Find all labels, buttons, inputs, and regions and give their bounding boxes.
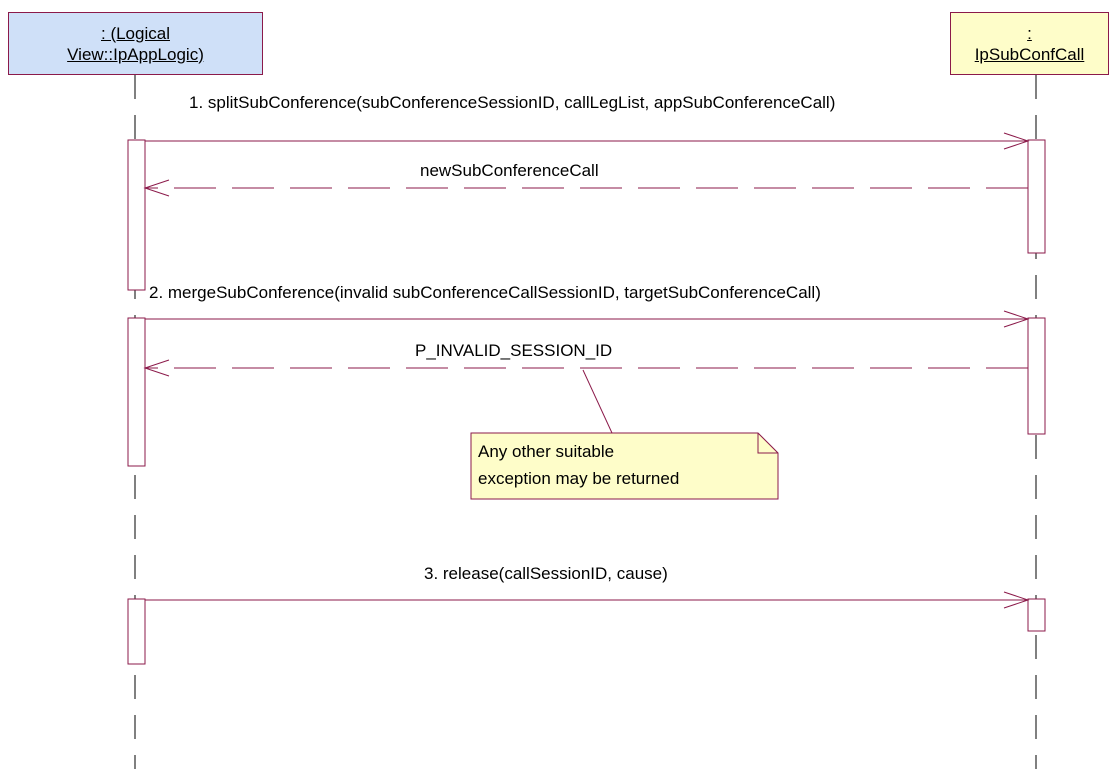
note-text-line1: Any other suitable [478, 442, 615, 461]
sequence-diagram [127, 75, 1046, 769]
activation-left-3 [127, 598, 146, 665]
activation-right-3 [1027, 598, 1046, 632]
note-connector [582, 369, 613, 434]
activation-right-2 [1027, 317, 1046, 435]
return-1-label: newSubConferenceCall [420, 161, 599, 180]
message-3-label: 3. release(callSessionID, cause) [424, 564, 668, 583]
note-text-line2: exception may be returned [478, 469, 680, 488]
message-2-label: 2. mergeSubConference(invalid subConfere… [149, 283, 821, 302]
activation-left-1 [127, 139, 146, 291]
return-2-label: P_INVALID_SESSION_ID [415, 341, 613, 360]
activation-left-2 [127, 317, 146, 467]
activation-right-1 [1027, 139, 1046, 254]
message-1-label: 1. splitSubConference(subConferenceSessi… [189, 93, 836, 112]
